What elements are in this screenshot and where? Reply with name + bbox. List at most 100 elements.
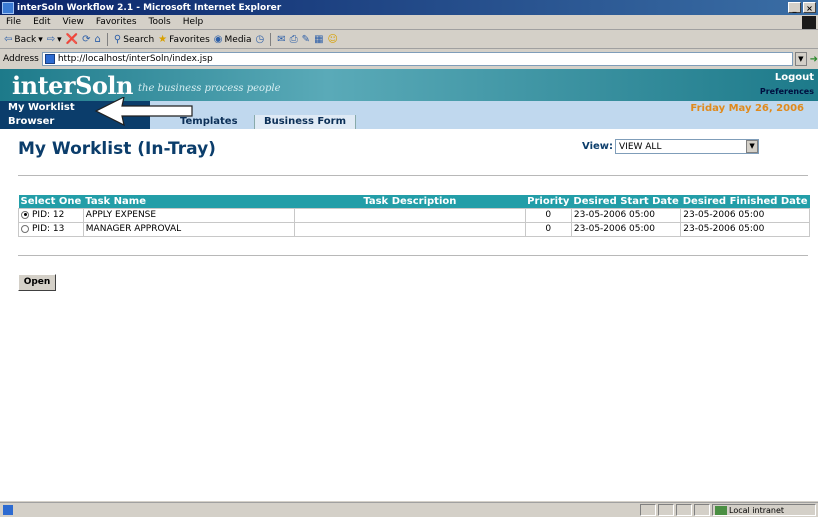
security-zone: Local intranet [712, 504, 816, 516]
page-done-icon [3, 505, 13, 515]
menu-edit[interactable]: Edit [27, 17, 56, 27]
task-table: Select One Task Name Task Description Pr… [18, 195, 810, 237]
media-icon: ◉ [213, 34, 223, 45]
search-button[interactable]: ⚲ Search [114, 34, 154, 45]
back-arrow-icon: ⇦ [4, 34, 13, 45]
print-icon: ⎙ [289, 34, 298, 45]
menu-help[interactable]: Help [177, 17, 210, 27]
discuss-button[interactable]: ▦ [314, 34, 323, 45]
print-button[interactable]: ⎙ [290, 34, 298, 45]
search-icon: ⚲ [113, 34, 122, 45]
favorites-button[interactable]: ★ Favorites [158, 34, 210, 45]
task-radio-selected[interactable] [21, 210, 29, 219]
column-header-priority: Priority [525, 195, 572, 208]
address-input[interactable]: http://localhost/interSoln/index.jsp [41, 52, 793, 66]
finish-date-cell: 23-05-2006 05:00 [680, 221, 810, 237]
task-radio[interactable] [21, 224, 29, 233]
start-date-cell: 23-05-2006 05:00 [570, 221, 682, 237]
table-header-row: Select One Task Name Task Description Pr… [18, 195, 810, 208]
home-button[interactable]: ⌂ [95, 34, 101, 45]
view-select[interactable]: VIEW ALL ▼ [615, 139, 760, 154]
task-pid: PID: 13 [32, 224, 65, 234]
priority-cell: 0 [524, 207, 572, 223]
task-pid: PID: 12 [32, 210, 65, 220]
stop-button[interactable]: ❌ [66, 34, 78, 45]
table-row[interactable]: PID: 13 MANAGER APPROVAL 0 23-05-2006 05… [18, 221, 810, 237]
menu-view[interactable]: View [57, 17, 90, 27]
favorites-label: Favorites [169, 34, 210, 45]
forward-button[interactable]: ⇨ ▾ [47, 34, 62, 45]
pointer-arrow-icon [94, 97, 193, 127]
media-button[interactable]: ◉ Media [214, 34, 252, 45]
table-row[interactable]: PID: 12 APPLY EXPENSE 0 23-05-2006 05:00… [18, 207, 810, 223]
view-filter: View: VIEW ALL ▼ [582, 139, 760, 154]
address-dropdown-icon[interactable]: ▼ [794, 52, 807, 66]
home-icon: ⌂ [94, 34, 101, 45]
menu-favorites[interactable]: Favorites [90, 17, 143, 27]
page-title: My Worklist (In-Tray) [18, 139, 216, 159]
edit-icon: ✎ [301, 34, 311, 45]
start-date-cell: 23-05-2006 05:00 [570, 207, 682, 223]
column-header-description: Task Description [294, 195, 526, 208]
window-title: interSoln Workflow 2.1 - Microsoft Inter… [17, 2, 282, 13]
task-description-cell [294, 221, 526, 237]
intranet-icon [715, 505, 727, 515]
task-name-cell: MANAGER APPROVAL [82, 221, 296, 237]
address-url: http://localhost/interSoln/index.jsp [57, 54, 213, 64]
chevron-down-icon: ▼ [746, 140, 759, 153]
history-icon: ◷ [255, 34, 265, 45]
task-description-cell [294, 207, 526, 223]
forward-arrow-icon: ⇨ [46, 34, 56, 45]
page-icon [44, 54, 55, 64]
refresh-button[interactable]: ⟳ [82, 34, 90, 45]
mail-icon: ✉ [277, 34, 286, 45]
preferences-link[interactable]: Preferences [760, 87, 814, 96]
priority-cell: 0 [524, 221, 572, 237]
menu-tools[interactable]: Tools [143, 17, 177, 27]
status-pane [694, 504, 710, 516]
app-tagline: the business process people [138, 83, 281, 94]
toolbar-separator [106, 33, 108, 46]
menu-file[interactable]: File [0, 17, 27, 27]
discuss-icon: ▦ [314, 34, 324, 45]
column-header-start-date: Desired Start Date [571, 195, 681, 208]
window-titlebar: interSoln Workflow 2.1 - Microsoft Inter… [0, 0, 818, 15]
stop-icon: ❌ [65, 34, 79, 45]
open-button[interactable]: Open [18, 274, 56, 291]
ie-app-icon [2, 1, 14, 14]
back-button[interactable]: ⇦ Back ▾ [4, 34, 43, 45]
column-header-finish-date: Desired Finished Date [680, 195, 810, 208]
messenger-icon: ☺ [327, 34, 338, 45]
status-pane [640, 504, 656, 516]
go-arrow-icon[interactable]: ➜ [810, 54, 818, 65]
divider [18, 175, 808, 176]
logout-link[interactable]: Logout [775, 72, 814, 83]
menu-bar: File Edit View Favorites Tools Help [0, 15, 818, 30]
status-pane [658, 504, 674, 516]
address-label: Address [3, 54, 39, 64]
forward-dropdown-icon: ▾ [57, 34, 62, 45]
task-name-cell: APPLY EXPENSE [82, 207, 296, 223]
browser-toolbar: ⇦ Back ▾ ⇨ ▾ ❌ ⟳ ⌂ ⚲ Search ★ Favorites … [0, 31, 818, 49]
minimize-button[interactable]: _ [788, 2, 801, 13]
current-date: Friday May 26, 2006 [690, 103, 804, 114]
toolbar-separator [270, 33, 272, 46]
close-button[interactable]: × [803, 2, 816, 13]
history-button[interactable]: ◷ [256, 34, 265, 45]
nav-business-form[interactable]: Business Form [254, 115, 356, 129]
address-bar: Address http://localhost/interSoln/index… [0, 50, 818, 68]
messenger-button[interactable]: ☺ [328, 34, 338, 45]
back-label: Back [14, 34, 37, 45]
status-bar: Local intranet [0, 502, 818, 517]
windows-logo-icon [802, 16, 816, 29]
edit-button[interactable]: ✎ [302, 34, 310, 45]
refresh-icon: ⟳ [82, 34, 91, 45]
search-label: Search [123, 34, 155, 45]
view-selected-value: VIEW ALL [619, 141, 662, 152]
select-cell: PID: 13 [18, 221, 84, 237]
divider [18, 255, 808, 256]
mail-button[interactable]: ✉ [277, 34, 285, 45]
app-logo: interSoln [12, 71, 133, 100]
status-pane [676, 504, 692, 516]
column-header-task-name: Task Name [83, 195, 295, 208]
